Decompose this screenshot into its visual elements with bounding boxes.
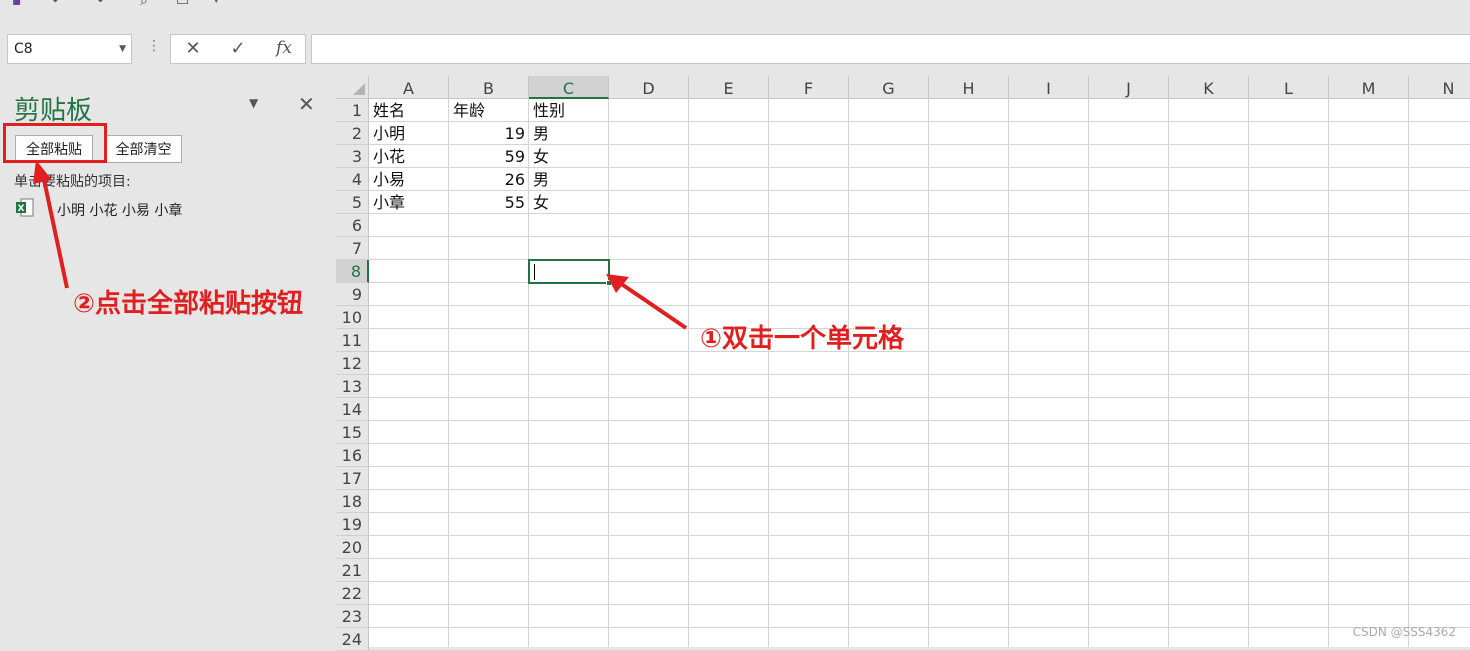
- arrow-to-paste-all: [41, 174, 69, 289]
- annotation-step2: ②点击全部粘贴按钮: [73, 289, 304, 319]
- arrowhead: [33, 160, 52, 184]
- arrowhead: [606, 274, 629, 293]
- arrow-to-cell: [618, 281, 688, 330]
- annotation-step1: ①双击一个单元格: [700, 324, 905, 354]
- watermark: CSDN @SSS4362: [1352, 625, 1456, 639]
